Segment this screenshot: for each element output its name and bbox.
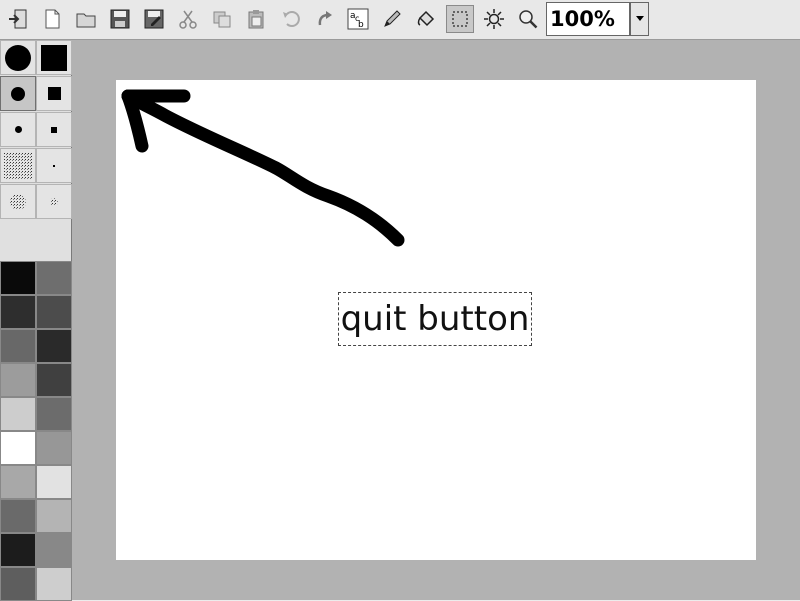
color-swatch[interactable] [0, 499, 36, 533]
redo-button[interactable] [310, 5, 338, 33]
annotation-text[interactable]: quit button [338, 292, 532, 346]
color-swatch[interactable] [36, 363, 72, 397]
color-swatch[interactable] [36, 329, 72, 363]
brush-circle-icon [5, 44, 31, 71]
brush-square-icon [51, 126, 57, 133]
brush-spray-medium[interactable] [0, 184, 36, 219]
color-swatch[interactable] [0, 465, 36, 499]
color-swatch[interactable] [0, 533, 36, 567]
copy-icon [213, 11, 231, 28]
copy-button[interactable] [208, 5, 236, 33]
spray-brush-icon [10, 193, 26, 210]
toolbar: a b c 100% [0, 0, 800, 40]
brush-square-small[interactable] [36, 112, 72, 147]
save-button[interactable] [106, 5, 134, 33]
color-swatch[interactable] [36, 499, 72, 533]
brush-square-icon [41, 44, 67, 71]
zoom-level-field[interactable]: 100% [546, 2, 630, 36]
exit-icon [9, 9, 27, 29]
fill-bucket-icon [417, 10, 435, 27]
brush-square-medium[interactable] [36, 76, 72, 111]
zoom-dropdown-button[interactable] [630, 2, 649, 36]
open-folder-icon [76, 13, 96, 28]
text-tool-icon: a b c [347, 8, 369, 30]
brush-circle-large[interactable] [0, 40, 36, 75]
cut-icon [179, 10, 197, 29]
canvas-area: quit button [72, 40, 800, 600]
pencil-button[interactable] [378, 5, 406, 33]
undo-button[interactable] [276, 5, 304, 33]
svg-text:c: c [355, 14, 359, 23]
color-swatch[interactable] [0, 397, 36, 431]
color-swatch[interactable] [0, 261, 36, 295]
brush-circle-small[interactable] [0, 112, 36, 147]
redo-icon [318, 11, 332, 26]
brush-dot-icon [53, 164, 55, 167]
spray-brush-icon [4, 152, 32, 179]
brush-circle-medium[interactable] [0, 76, 36, 111]
color-swatch[interactable] [36, 533, 72, 567]
new-file-button[interactable] [38, 5, 66, 33]
exit-button[interactable] [4, 5, 32, 33]
rect-select-icon [452, 11, 468, 27]
brush-spray-small[interactable] [36, 184, 72, 219]
tool-palette [0, 40, 72, 601]
arrow-stroke [121, 89, 405, 247]
save-as-icon [144, 9, 164, 29]
brush-circle-icon [14, 126, 22, 133]
pencil-icon [384, 10, 401, 27]
open-button[interactable] [72, 5, 100, 33]
zoom-icon [519, 10, 538, 29]
color-swatch[interactable] [36, 397, 72, 431]
color-swatch[interactable] [0, 567, 36, 601]
chevron-down-icon [635, 16, 644, 21]
color-swatch[interactable] [0, 431, 36, 465]
paste-button[interactable] [242, 5, 270, 33]
color-swatch[interactable] [36, 465, 72, 499]
color-swatch[interactable] [0, 295, 36, 329]
color-swatch[interactable] [36, 295, 72, 329]
color-swatch[interactable] [36, 431, 72, 465]
drawing-canvas[interactable]: quit button [116, 80, 756, 560]
brush-circle-icon [11, 86, 25, 101]
fill-button[interactable] [412, 5, 440, 33]
cut-button[interactable] [174, 5, 202, 33]
brightness-button[interactable] [480, 5, 508, 33]
zoom-button[interactable] [514, 5, 542, 33]
brush-square-large[interactable] [36, 40, 72, 75]
brush-dot-tiny[interactable] [36, 148, 72, 183]
save-as-button[interactable] [140, 5, 168, 33]
brightness-icon [484, 9, 504, 29]
color-swatch[interactable] [36, 567, 72, 601]
undo-icon [283, 11, 300, 27]
spray-brush-icon [50, 197, 58, 206]
color-swatch[interactable] [36, 261, 72, 295]
brush-square-icon [47, 87, 61, 100]
paste-icon [248, 10, 264, 29]
new-file-icon [45, 9, 60, 29]
text-tool-button[interactable]: a b c [344, 5, 372, 33]
color-swatch[interactable] [0, 329, 36, 363]
brush-spray-large[interactable] [0, 148, 36, 183]
color-swatch[interactable] [0, 363, 36, 397]
rect-select-button[interactable] [446, 5, 474, 33]
save-icon [110, 9, 130, 29]
